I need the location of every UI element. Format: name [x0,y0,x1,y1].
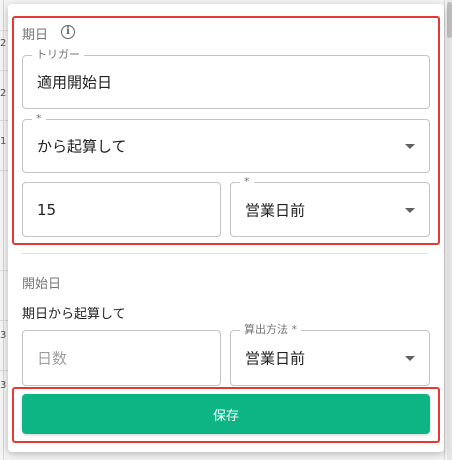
calculation-method-label: 算出方法 * [240,323,301,337]
background-text: 3 [0,380,7,391]
calculation-base-select[interactable]: * から起算して [22,112,430,173]
calculation-base-label: * [32,112,46,126]
chevron-down-icon [405,144,415,149]
section-divider [22,253,428,254]
save-button[interactable]: 保存 [22,394,430,434]
background-text: 1 [0,136,7,147]
background-text: 2 [0,88,7,99]
calculation-method-value: 営業日前 [245,349,306,368]
trigger-value: 適用開始日 [37,73,113,92]
background-text: 3 [0,330,7,341]
trigger-label: トリガー [32,48,84,62]
due-date-popover: 期日 i トリガー 適用開始日 * から起算して 15 * 営業日前 開始日 期… [8,4,444,452]
background-grid-line [3,0,4,460]
trigger-select[interactable]: トリガー 適用開始日 [22,48,430,109]
day-type-value: 営業日前 [245,201,306,219]
calculation-base-value: から起算して [37,137,127,156]
day-type-select[interactable]: * 営業日前 [230,175,430,237]
days-value: 15 [37,200,57,219]
calculation-method-select[interactable]: 算出方法 * 営業日前 [230,323,430,386]
day-type-label: * [240,175,254,189]
start-days-input[interactable]: 日数 [22,330,221,386]
info-icon[interactable]: i [61,25,75,39]
background-grid-line [444,0,445,460]
background-scrollbar-thumb[interactable] [447,2,452,38]
due-date-title: 期日 [22,28,49,43]
start-date-title: 開始日 [22,277,62,292]
background-text: 2 [0,38,7,49]
start-days-placeholder: 日数 [37,349,68,368]
chevron-down-icon [405,356,415,361]
background-scrollbar[interactable] [447,0,452,460]
start-date-description: 期日から起算して [22,307,126,322]
days-input[interactable]: 15 [22,182,221,237]
chevron-down-icon [405,207,415,213]
